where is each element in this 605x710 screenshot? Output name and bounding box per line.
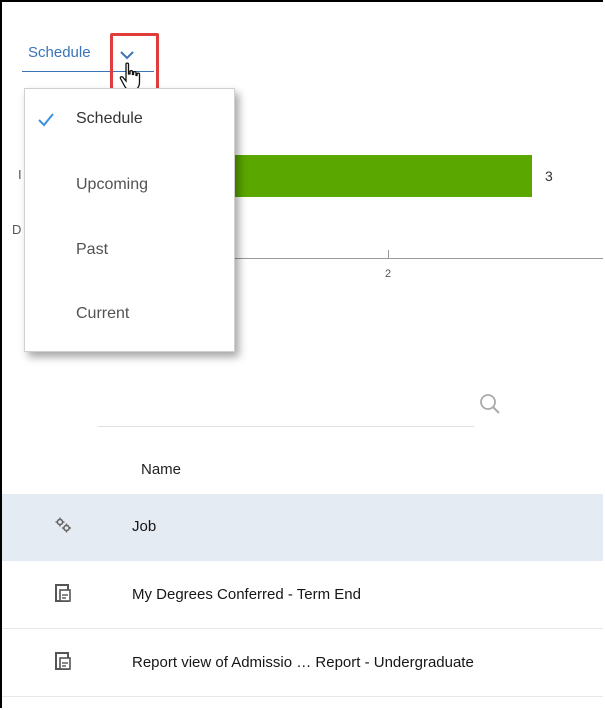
dropdown-item-label: Current — [76, 305, 130, 322]
checkmark-icon — [38, 113, 54, 127]
list-item[interactable]: Report view of Admissio … Report - Under… — [2, 630, 603, 697]
name-column-header[interactable]: Name — [141, 461, 181, 478]
list-item-name[interactable]: Job — [132, 518, 156, 535]
dropdown-item-label: Past — [76, 241, 109, 258]
bar-data-label: 3 — [545, 168, 553, 184]
view-dropdown-menu: Schedule Upcoming Past Current — [24, 88, 235, 352]
list-item-name[interactable]: Report view of Admissio … Report - Under… — [132, 654, 474, 671]
search-icon[interactable] — [479, 393, 503, 417]
search-input[interactable] — [98, 380, 474, 427]
x-axis-tick — [388, 250, 389, 258]
chart-bar[interactable] — [232, 155, 532, 197]
view-selector-label[interactable]: Schedule — [28, 44, 91, 61]
dropdown-item-current[interactable]: Current — [25, 295, 234, 335]
list-item[interactable]: Job — [2, 494, 603, 561]
report-icon — [55, 584, 71, 602]
dropdown-item-upcoming[interactable]: Upcoming — [25, 166, 234, 206]
category-label: D — [12, 222, 22, 237]
gears-icon — [55, 517, 71, 533]
report-icon — [55, 652, 71, 670]
dropdown-item-past[interactable]: Past — [25, 231, 234, 271]
x-axis-tick-label: 2 — [385, 268, 392, 280]
list-item[interactable]: My Degrees Conferred - Term End — [2, 562, 603, 629]
list-item-name[interactable]: My Degrees Conferred - Term End — [132, 586, 361, 603]
app-frame: I D 3 2 Schedule Schedule Upcoming Past — [0, 0, 603, 708]
x-axis-line — [232, 258, 603, 259]
dropdown-item-label: Schedule — [76, 110, 143, 127]
dropdown-item-schedule[interactable]: Schedule — [25, 100, 234, 140]
category-label: I — [18, 167, 22, 182]
dropdown-item-label: Upcoming — [76, 176, 149, 193]
